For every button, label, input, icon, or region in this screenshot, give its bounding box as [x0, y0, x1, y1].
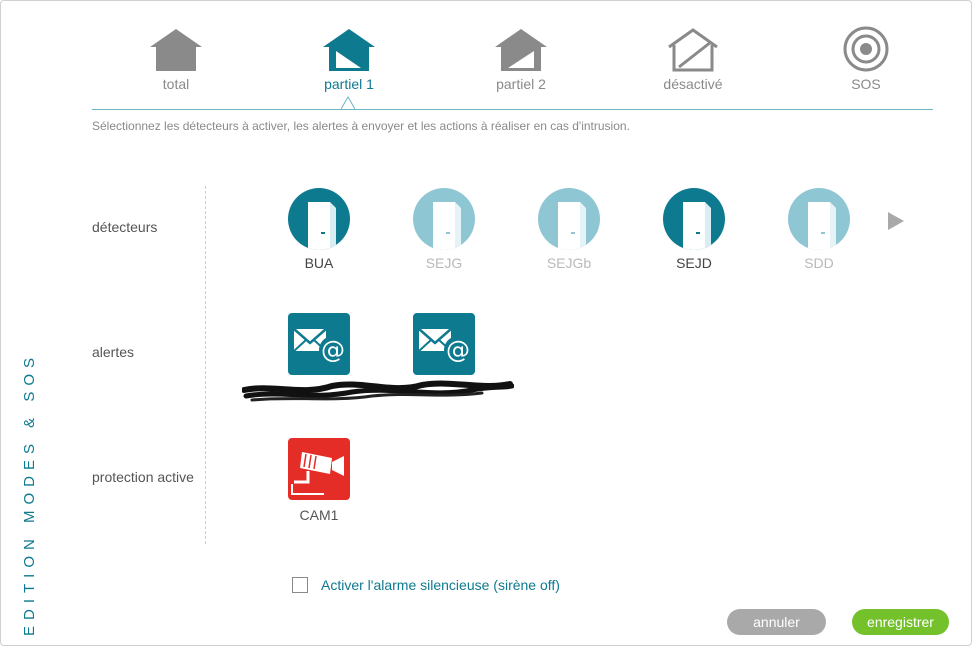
- alerts-row-label: alertes: [92, 344, 135, 360]
- mode-tab-partiel-1[interactable]: partiel 1: [289, 26, 409, 92]
- email-at-icon: @: [418, 328, 472, 364]
- camera-icon: [291, 452, 344, 495]
- door-icon: [538, 188, 600, 250]
- house-partial-2-icon: [495, 29, 547, 71]
- svg-text:@: @: [446, 336, 470, 364]
- silent-alarm-label: Activer l'alarme silencieuse (sirène off…: [321, 577, 560, 593]
- mode-label: SOS: [851, 76, 881, 92]
- cancel-button[interactable]: annuler: [727, 609, 826, 635]
- protection-row-label: protection active: [92, 469, 194, 485]
- camera-label: CAM1: [299, 507, 339, 523]
- detector-label: SEJG: [425, 255, 463, 271]
- mode-tab-partiel-2[interactable]: partiel 2: [461, 26, 581, 92]
- detector-sejd[interactable]: SEJD: [644, 188, 744, 271]
- detector-label: SDD: [804, 255, 834, 271]
- instructions-text: Sélectionnez les détecteurs à activer, l…: [92, 119, 630, 133]
- detector-sejgb[interactable]: SEJGb: [519, 188, 619, 271]
- dialog-title: EDITION MODES & SOS: [21, 351, 38, 636]
- house-icon: [150, 29, 202, 71]
- tabs-divider: [92, 109, 933, 110]
- active-tab-notch: [341, 96, 355, 110]
- target-icon: [843, 26, 889, 72]
- svg-text:@: @: [321, 336, 345, 364]
- redacted-email-scribble: [242, 380, 514, 402]
- mode-label: partiel 2: [496, 76, 546, 92]
- door-icon: [663, 188, 725, 250]
- detector-sejg[interactable]: SEJG: [394, 188, 494, 271]
- house-outline-icon: [668, 28, 718, 72]
- email-at-icon: @: [293, 328, 347, 364]
- mode-tab-desactive[interactable]: désactivé: [633, 26, 753, 92]
- house-partial-1-icon: [323, 29, 375, 71]
- detector-sdd[interactable]: SDD: [769, 188, 869, 271]
- detector-label: SEJD: [676, 255, 712, 271]
- mode-label: total: [162, 76, 190, 92]
- detector-bua[interactable]: BUA: [269, 188, 369, 271]
- detector-label: SEJGb: [546, 255, 592, 271]
- door-icon: [413, 188, 475, 250]
- save-button[interactable]: enregistrer: [852, 609, 949, 635]
- mode-label: désactivé: [663, 76, 723, 92]
- silent-alarm-checkbox[interactable]: [292, 577, 308, 593]
- row-separator: [205, 186, 206, 544]
- alert-email-1[interactable]: @: [288, 313, 350, 375]
- dialog-frame: [0, 0, 972, 646]
- protection-camera-tile[interactable]: [288, 438, 350, 500]
- alert-email-2[interactable]: @: [413, 313, 475, 375]
- mode-tab-total[interactable]: total: [116, 26, 236, 92]
- next-arrow-icon[interactable]: [888, 212, 904, 230]
- mode-tab-sos[interactable]: SOS: [806, 26, 926, 92]
- detector-label: BUA: [304, 255, 334, 271]
- detectors-row-label: détecteurs: [92, 219, 158, 235]
- silent-alarm-option[interactable]: Activer l'alarme silencieuse (sirène off…: [292, 577, 560, 593]
- door-icon: [288, 188, 350, 250]
- mode-label: partiel 1: [324, 76, 374, 92]
- door-icon: [788, 188, 850, 250]
